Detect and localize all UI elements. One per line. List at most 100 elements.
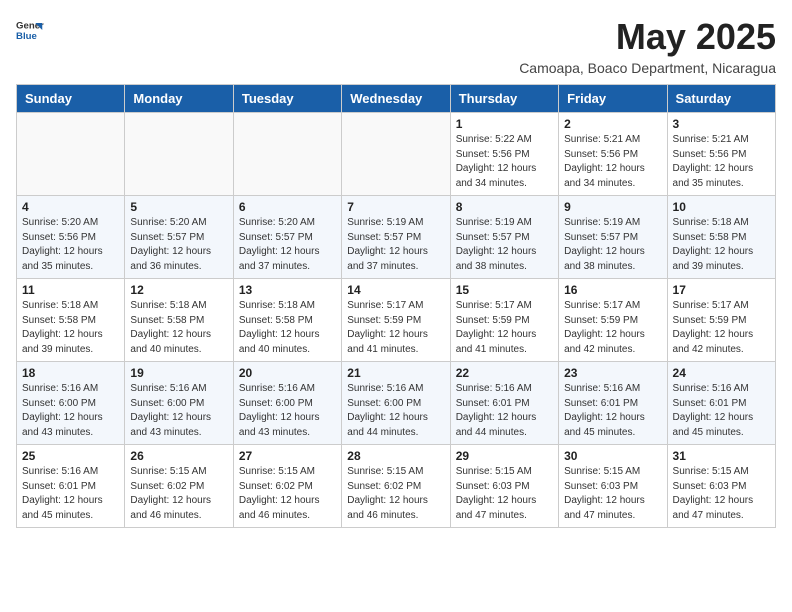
calendar-day: 18 Sunrise: 5:16 AM Sunset: 6:00 PM Dayli… — [17, 362, 125, 445]
subtitle: Camoapa, Boaco Department, Nicaragua — [519, 60, 776, 76]
day-info: Sunrise: 5:16 AM Sunset: 6:00 PM Dayligh… — [130, 382, 227, 440]
day-number: 15 — [456, 283, 553, 297]
day-number: 5 — [130, 200, 227, 214]
weekday-header-monday: Monday — [125, 85, 233, 113]
weekday-header-saturday: Saturday — [667, 85, 775, 113]
day-info: Sunrise: 5:20 AM Sunset: 5:56 PM Dayligh… — [22, 216, 119, 274]
logo-icon: General Blue — [16, 16, 44, 44]
day-number: 16 — [564, 283, 661, 297]
day-number: 12 — [130, 283, 227, 297]
calendar-day: 15Sunrise: 5:17 AM Sunset: 5:59 PM Dayli… — [450, 279, 558, 362]
day-number: 9 — [564, 200, 661, 214]
day-number: 30 — [564, 449, 661, 463]
calendar-day: 27Sunrise: 5:15 AM Sunset: 6:02 PM Dayli… — [233, 445, 341, 528]
day-info: Sunrise: 5:16 AM Sunset: 6:01 PM Dayligh… — [22, 465, 119, 523]
calendar-week-row: 25 Sunrise: 5:16 AM Sunset: 6:01 PM Dayli… — [17, 445, 776, 528]
calendar-day: 11Sunrise: 5:18 AM Sunset: 5:58 PM Dayli… — [17, 279, 125, 362]
main-title: May 2025 — [519, 16, 776, 58]
weekday-header-thursday: Thursday — [450, 85, 558, 113]
day-number: 18 — [22, 366, 119, 380]
calendar-day: 10Sunrise: 5:18 AM Sunset: 5:58 PM Dayli… — [667, 196, 775, 279]
day-number: 2 — [564, 117, 661, 131]
calendar-day: 30 Sunrise: 5:15 AM Sunset: 6:03 PM Dayli… — [559, 445, 667, 528]
calendar-day — [17, 113, 125, 196]
day-number: 13 — [239, 283, 336, 297]
day-number: 23 — [564, 366, 661, 380]
day-info: Sunrise: 5:16 AM Sunset: 6:00 PM Dayligh… — [347, 382, 444, 440]
day-info: Sunrise: 5:19 AM Sunset: 5:57 PM Dayligh… — [347, 216, 444, 274]
day-number: 22 — [456, 366, 553, 380]
day-info: Sunrise: 5:17 AM Sunset: 5:59 PM Dayligh… — [564, 299, 661, 357]
weekday-header-friday: Friday — [559, 85, 667, 113]
day-info: Sunrise: 5:18 AM Sunset: 5:58 PM Dayligh… — [130, 299, 227, 357]
day-info: Sunrise: 5:16 AM Sunset: 6:01 PM Dayligh… — [564, 382, 661, 440]
calendar-day: 9 Sunrise: 5:19 AM Sunset: 5:57 PM Daylig… — [559, 196, 667, 279]
day-info: Sunrise: 5:21 AM Sunset: 5:56 PM Dayligh… — [564, 133, 661, 191]
day-info: Sunrise: 5:16 AM Sunset: 6:01 PM Dayligh… — [456, 382, 553, 440]
day-number: 7 — [347, 200, 444, 214]
svg-text:Blue: Blue — [16, 31, 37, 42]
calendar-day: 14Sunrise: 5:17 AM Sunset: 5:59 PM Dayli… — [342, 279, 450, 362]
day-info: Sunrise: 5:15 AM Sunset: 6:03 PM Dayligh… — [456, 465, 553, 523]
calendar-day — [342, 113, 450, 196]
day-number: 10 — [673, 200, 770, 214]
day-info: Sunrise: 5:16 AM Sunset: 6:00 PM Dayligh… — [239, 382, 336, 440]
day-info: Sunrise: 5:15 AM Sunset: 6:02 PM Dayligh… — [347, 465, 444, 523]
calendar-day: 13 Sunrise: 5:18 AM Sunset: 5:58 PM Dayli… — [233, 279, 341, 362]
calendar-day: 6 Sunrise: 5:20 AM Sunset: 5:57 PM Daylig… — [233, 196, 341, 279]
calendar-day: 29 Sunrise: 5:15 AM Sunset: 6:03 PM Dayli… — [450, 445, 558, 528]
day-number: 1 — [456, 117, 553, 131]
day-number: 6 — [239, 200, 336, 214]
day-number: 21 — [347, 366, 444, 380]
day-number: 24 — [673, 366, 770, 380]
day-info: Sunrise: 5:16 AM Sunset: 6:01 PM Dayligh… — [673, 382, 770, 440]
calendar-day: 26 Sunrise: 5:15 AM Sunset: 6:02 PM Dayli… — [125, 445, 233, 528]
weekday-header-row: SundayMondayTuesdayWednesdayThursdayFrid… — [17, 85, 776, 113]
calendar-day: 4Sunrise: 5:20 AM Sunset: 5:56 PM Daylig… — [17, 196, 125, 279]
calendar-day: 5 Sunrise: 5:20 AM Sunset: 5:57 PM Daylig… — [125, 196, 233, 279]
calendar-day: 17Sunrise: 5:17 AM Sunset: 5:59 PM Dayli… — [667, 279, 775, 362]
weekday-header-wednesday: Wednesday — [342, 85, 450, 113]
calendar-day: 23 Sunrise: 5:16 AM Sunset: 6:01 PM Dayli… — [559, 362, 667, 445]
weekday-header-sunday: Sunday — [17, 85, 125, 113]
day-info: Sunrise: 5:19 AM Sunset: 5:57 PM Dayligh… — [456, 216, 553, 274]
day-info: Sunrise: 5:20 AM Sunset: 5:57 PM Dayligh… — [239, 216, 336, 274]
calendar-week-row: 4Sunrise: 5:20 AM Sunset: 5:56 PM Daylig… — [17, 196, 776, 279]
day-info: Sunrise: 5:18 AM Sunset: 5:58 PM Dayligh… — [239, 299, 336, 357]
day-info: Sunrise: 5:20 AM Sunset: 5:57 PM Dayligh… — [130, 216, 227, 274]
day-info: Sunrise: 5:19 AM Sunset: 5:57 PM Dayligh… — [564, 216, 661, 274]
calendar-week-row: 11 Sunrise: 5:18 AM Sunset: 5:58 PM Dayli… — [17, 279, 776, 362]
calendar-day: 8 Sunrise: 5:19 AM Sunset: 5:57 PM Daylig… — [450, 196, 558, 279]
day-number: 27 — [239, 449, 336, 463]
day-number: 25 — [22, 449, 119, 463]
day-info: Sunrise: 5:16 AM Sunset: 6:00 PM Dayligh… — [22, 382, 119, 440]
calendar-day: 16 Sunrise: 5:17 AM Sunset: 5:59 PM Dayli… — [559, 279, 667, 362]
title-block: May 2025 Camoapa, Boaco Department, Nica… — [519, 16, 776, 76]
day-number: 8 — [456, 200, 553, 214]
day-number: 29 — [456, 449, 553, 463]
day-number: 26 — [130, 449, 227, 463]
calendar-day: 12 Sunrise: 5:18 AM Sunset: 5:58 PM Dayli… — [125, 279, 233, 362]
calendar-day: 22 Sunrise: 5:16 AM Sunset: 6:01 PM Dayli… — [450, 362, 558, 445]
day-number: 20 — [239, 366, 336, 380]
day-number: 31 — [673, 449, 770, 463]
day-info: Sunrise: 5:22 AM Sunset: 5:56 PM Dayligh… — [456, 133, 553, 191]
calendar-day: 3Sunrise: 5:21 AM Sunset: 5:56 PM Daylig… — [667, 113, 775, 196]
calendar-day — [125, 113, 233, 196]
calendar-day: 28Sunrise: 5:15 AM Sunset: 6:02 PM Dayli… — [342, 445, 450, 528]
calendar-table: SundayMondayTuesdayWednesdayThursdayFrid… — [16, 84, 776, 528]
day-info: Sunrise: 5:15 AM Sunset: 6:03 PM Dayligh… — [564, 465, 661, 523]
calendar-day: 24 Sunrise: 5:16 AM Sunset: 6:01 PM Dayli… — [667, 362, 775, 445]
day-number: 19 — [130, 366, 227, 380]
day-info: Sunrise: 5:15 AM Sunset: 6:02 PM Dayligh… — [130, 465, 227, 523]
day-info: Sunrise: 5:15 AM Sunset: 6:03 PM Dayligh… — [673, 465, 770, 523]
calendar-day: 19 Sunrise: 5:16 AM Sunset: 6:00 PM Dayli… — [125, 362, 233, 445]
day-info: Sunrise: 5:17 AM Sunset: 5:59 PM Dayligh… — [347, 299, 444, 357]
calendar-day — [233, 113, 341, 196]
calendar-day: 31 Sunrise: 5:15 AM Sunset: 6:03 PM Dayli… — [667, 445, 775, 528]
day-number: 11 — [22, 283, 119, 297]
page-header: General Blue May 2025 Camoapa, Boaco Dep… — [16, 16, 776, 76]
calendar-week-row: 18 Sunrise: 5:16 AM Sunset: 6:00 PM Dayli… — [17, 362, 776, 445]
day-info: Sunrise: 5:17 AM Sunset: 5:59 PM Dayligh… — [673, 299, 770, 357]
calendar-day: 25 Sunrise: 5:16 AM Sunset: 6:01 PM Dayli… — [17, 445, 125, 528]
